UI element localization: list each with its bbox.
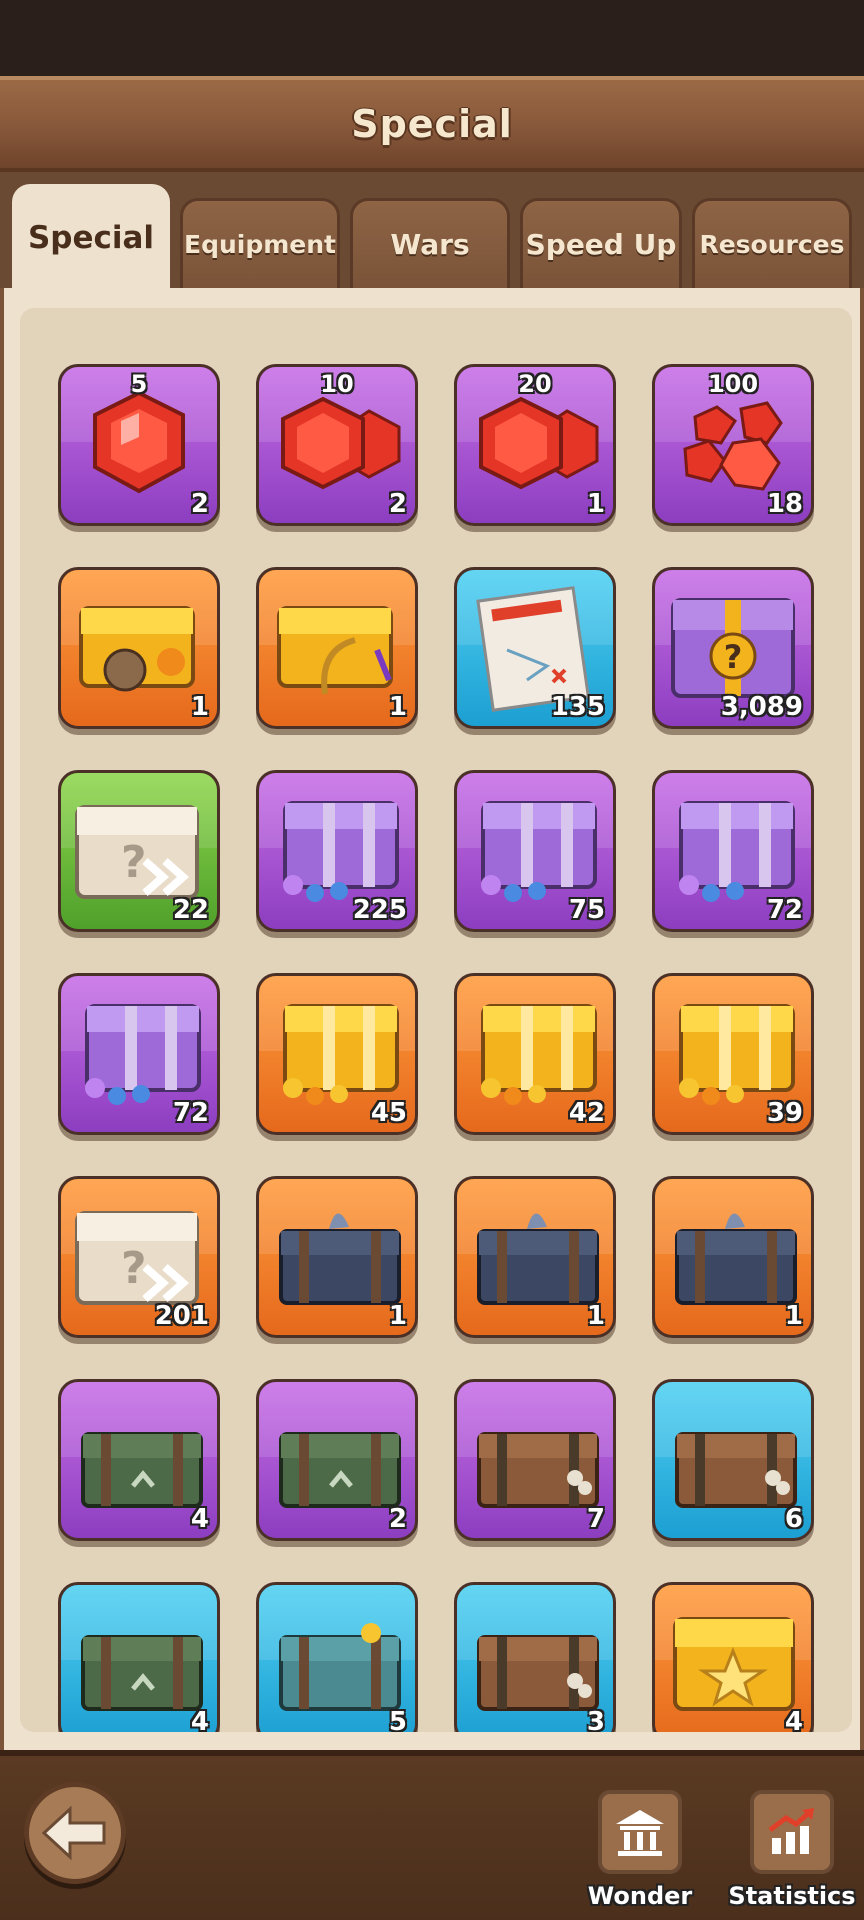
tab-special[interactable]: Special — [12, 184, 170, 288]
item-crab-chest[interactable]: 4 — [58, 1379, 220, 1541]
item-starfish-chest[interactable]: 2 — [256, 1379, 418, 1541]
item-octopus-chest[interactable]: 7 — [454, 1379, 616, 1541]
item-turtle-chest[interactable]: 1 — [652, 1176, 814, 1338]
item-purple-part-chest-2[interactable]: 72 — [652, 770, 814, 932]
tab-resources[interactable]: Resources — [692, 198, 852, 288]
item-purple-part-chest-1[interactable]: 75 — [454, 770, 616, 932]
item-relic-chest[interactable]: 1 — [256, 567, 418, 729]
back-arrow-icon — [41, 1805, 106, 1861]
item-count-badge: 1 — [586, 489, 605, 519]
item-count-badge: 72 — [766, 895, 803, 925]
item-confidential-map[interactable]: 135 — [454, 567, 616, 729]
item-gold-part-chest-1[interactable]: 45 — [256, 973, 418, 1135]
item-count-badge: 2 — [388, 489, 407, 519]
tab-label: Speed Up — [525, 228, 677, 261]
item-grid: 5 2 10 2 20 1 100 18 1 1 135? 3,089? 22 225 75 72 72 45 42… — [20, 308, 852, 1732]
item-gem-100[interactable]: 100 18 — [652, 364, 814, 526]
item-amount-label: 20 — [518, 370, 552, 398]
header: Special — [0, 76, 864, 172]
wonder-button[interactable]: Wonder — [580, 1790, 700, 1920]
chart-up-icon — [750, 1790, 834, 1874]
item-count-badge: 5 — [388, 1707, 407, 1732]
item-purple-puzzle-chest[interactable]: 225 — [256, 770, 418, 932]
item-count-badge: 3,089 — [720, 692, 803, 722]
item-amount-label: 5 — [130, 370, 148, 398]
item-purple-part-chest-3[interactable]: 72 — [58, 973, 220, 1135]
item-gold-part-chest-2[interactable]: 42 — [454, 973, 616, 1135]
tab-label: Resources — [699, 230, 845, 259]
item-count-badge: 1 — [388, 1301, 407, 1331]
item-count-badge: 4 — [190, 1504, 209, 1534]
back-button[interactable] — [24, 1782, 126, 1884]
item-count-badge: 4 — [190, 1707, 209, 1732]
item-mystery-purple-chest[interactable]: ? 3,089 — [652, 567, 814, 729]
tab-equipment[interactable]: Equipment — [180, 198, 340, 288]
status-strip — [0, 0, 864, 76]
item-count-badge: 22 — [172, 895, 209, 925]
page-title: Special — [351, 102, 513, 146]
item-count-badge: 3 — [586, 1707, 605, 1732]
item-mystery-weapon-chest[interactable]: ? 201 — [58, 1176, 220, 1338]
item-gem-5[interactable]: 52 — [58, 364, 220, 526]
item-count-badge: 1 — [784, 1301, 803, 1331]
tab-bar: Special Equipment Wars Speed Up Resource… — [0, 172, 864, 288]
item-count-badge: 18 — [766, 489, 803, 519]
item-artifact-chest[interactable]: 1 — [58, 567, 220, 729]
item-amount-label: 100 — [707, 370, 759, 398]
wonder-label: Wonder — [587, 1882, 693, 1910]
item-count-badge: 75 — [568, 895, 605, 925]
statistics-button[interactable]: Statistics — [728, 1790, 856, 1920]
item-star-gold-chest[interactable]: 4 — [652, 1582, 814, 1732]
item-count-badge: 1 — [190, 692, 209, 722]
item-coral-chest[interactable]: 1 — [454, 1176, 616, 1338]
item-count-badge: 6 — [784, 1504, 803, 1534]
tab-label: Equipment — [184, 230, 336, 259]
statistics-label: Statistics — [728, 1882, 856, 1910]
tab-speed-up[interactable]: Speed Up — [520, 198, 682, 288]
item-count-badge: 45 — [370, 1098, 407, 1128]
svg-text:?: ? — [121, 837, 147, 888]
item-count-badge: 1 — [586, 1301, 605, 1331]
tab-label: Wars — [390, 228, 470, 261]
tab-label: Special — [27, 219, 155, 256]
item-jellyfish-chest[interactable]: 1 — [256, 1176, 418, 1338]
item-gem-10[interactable]: 10 2 — [256, 364, 418, 526]
item-rotten-chest[interactable]: 3 — [454, 1582, 616, 1732]
item-count-badge: 201 — [154, 1301, 209, 1331]
item-seaweed-chest[interactable]: 5 — [256, 1582, 418, 1732]
item-gem-20[interactable]: 20 1 — [454, 364, 616, 526]
item-flower-chest[interactable]: 4 — [58, 1582, 220, 1732]
item-count-badge: 2 — [388, 1504, 407, 1534]
item-count-badge: 42 — [568, 1098, 605, 1128]
item-count-badge: 2 — [190, 489, 209, 519]
bottom-bar: Wonder Statistics — [0, 1750, 864, 1920]
item-count-badge: 4 — [784, 1707, 803, 1732]
item-count-badge: 1 — [388, 692, 407, 722]
item-count-badge: 225 — [352, 895, 407, 925]
tab-wars[interactable]: Wars — [350, 198, 510, 288]
item-count-badge: 72 — [172, 1098, 209, 1128]
item-mystery-speed-chest[interactable]: ? 22 — [58, 770, 220, 932]
item-count-badge: 7 — [586, 1504, 605, 1534]
svg-text:?: ? — [724, 638, 743, 676]
temple-icon — [598, 1790, 682, 1874]
item-amount-label: 10 — [320, 370, 354, 398]
item-barnacle-chest[interactable]: 6 — [652, 1379, 814, 1541]
item-count-badge: 39 — [766, 1098, 803, 1128]
svg-text:?: ? — [121, 1243, 147, 1294]
inventory-panel: 5 2 10 2 20 1 100 18 1 1 135? 3,089? 22 225 75 72 72 45 42… — [0, 288, 864, 1750]
item-gold-part-chest-3[interactable]: 39 — [652, 973, 814, 1135]
item-count-badge: 135 — [550, 692, 605, 722]
